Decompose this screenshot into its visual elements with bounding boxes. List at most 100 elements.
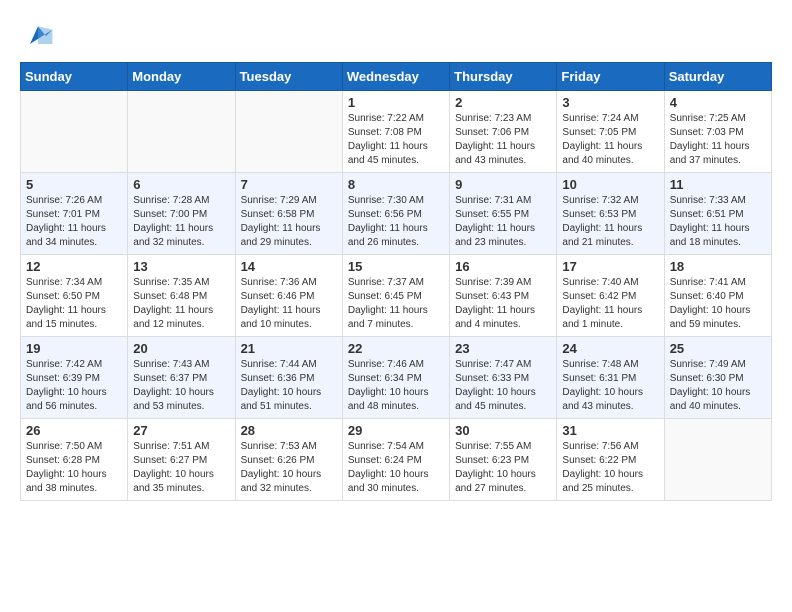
day-info: Sunrise: 7:48 AM Sunset: 6:31 PM Dayligh… xyxy=(562,358,658,414)
calendar-cell: 28Sunrise: 7:53 AM Sunset: 6:26 PM Dayli… xyxy=(235,419,342,501)
calendar-table: SundayMondayTuesdayWednesdayThursdayFrid… xyxy=(20,62,772,501)
day-info: Sunrise: 7:56 AM Sunset: 6:22 PM Dayligh… xyxy=(562,440,658,496)
calendar-cell: 4 Sunrise: 7:25 AM Sunset: 7:03 PM Daylig… xyxy=(664,91,771,173)
day-of-week-header: Saturday xyxy=(664,63,771,91)
day-number: 24 xyxy=(562,341,658,356)
day-info: Sunrise: 7:24 AM Sunset: 7:05 PM Dayligh… xyxy=(562,112,658,168)
calendar-cell: 25 Sunrise: 7:49 AM Sunset: 6:30 PM Dayli… xyxy=(664,337,771,419)
calendar-cell: 11 Sunrise: 7:33 AM Sunset: 6:51 PM Dayli… xyxy=(664,173,771,255)
day-number: 25 xyxy=(670,341,766,356)
day-info: Sunrise: 7:41 AM Sunset: 6:40 PM Dayligh… xyxy=(670,276,766,332)
calendar-cell: 12 Sunrise: 7:34 AM Sunset: 6:50 PM Dayli… xyxy=(21,255,128,337)
day-info: Sunrise: 7:22 AM Sunset: 7:08 PM Dayligh… xyxy=(348,112,444,168)
calendar-header: SundayMondayTuesdayWednesdayThursdayFrid… xyxy=(21,63,772,91)
day-number: 10 xyxy=(562,177,658,192)
day-number: 27 xyxy=(133,423,229,438)
calendar-cell: 20Sunrise: 7:43 AM Sunset: 6:37 PM Dayli… xyxy=(128,337,235,419)
day-info: Sunrise: 7:47 AM Sunset: 6:33 PM Dayligh… xyxy=(455,358,551,414)
day-info: Sunrise: 7:26 AM Sunset: 7:01 PM Dayligh… xyxy=(26,194,122,250)
calendar-week-row: 5 Sunrise: 7:26 AM Sunset: 7:01 PM Daylig… xyxy=(21,173,772,255)
day-number: 17 xyxy=(562,259,658,274)
calendar-cell: 30Sunrise: 7:55 AM Sunset: 6:23 PM Dayli… xyxy=(450,419,557,501)
day-info: Sunrise: 7:55 AM Sunset: 6:23 PM Dayligh… xyxy=(455,440,551,496)
calendar-cell xyxy=(21,91,128,173)
day-of-week-header: Wednesday xyxy=(342,63,449,91)
day-number: 23 xyxy=(455,341,551,356)
day-info: Sunrise: 7:46 AM Sunset: 6:34 PM Dayligh… xyxy=(348,358,444,414)
calendar-cell: 21 Sunrise: 7:44 AM Sunset: 6:36 PM Dayli… xyxy=(235,337,342,419)
day-number: 21 xyxy=(241,341,337,356)
calendar-cell: 19Sunrise: 7:42 AM Sunset: 6:39 PM Dayli… xyxy=(21,337,128,419)
day-number: 22 xyxy=(348,341,444,356)
day-number: 2 xyxy=(455,95,551,110)
day-info: Sunrise: 7:32 AM Sunset: 6:53 PM Dayligh… xyxy=(562,194,658,250)
calendar-cell: 17 Sunrise: 7:40 AM Sunset: 6:42 PM Dayli… xyxy=(557,255,664,337)
day-info: Sunrise: 7:40 AM Sunset: 6:42 PM Dayligh… xyxy=(562,276,658,332)
day-info: Sunrise: 7:43 AM Sunset: 6:37 PM Dayligh… xyxy=(133,358,229,414)
day-info: Sunrise: 7:37 AM Sunset: 6:45 PM Dayligh… xyxy=(348,276,444,332)
day-of-week-header: Friday xyxy=(557,63,664,91)
calendar-cell: 31 Sunrise: 7:56 AM Sunset: 6:22 PM Dayli… xyxy=(557,419,664,501)
calendar-cell xyxy=(235,91,342,173)
day-number: 3 xyxy=(562,95,658,110)
day-number: 13 xyxy=(133,259,229,274)
day-number: 26 xyxy=(26,423,122,438)
day-of-week-header: Thursday xyxy=(450,63,557,91)
day-info: Sunrise: 7:34 AM Sunset: 6:50 PM Dayligh… xyxy=(26,276,122,332)
calendar-cell: 27 Sunrise: 7:51 AM Sunset: 6:27 PM Dayli… xyxy=(128,419,235,501)
day-number: 7 xyxy=(241,177,337,192)
day-of-week-header: Tuesday xyxy=(235,63,342,91)
day-info: Sunrise: 7:35 AM Sunset: 6:48 PM Dayligh… xyxy=(133,276,229,332)
day-number: 11 xyxy=(670,177,766,192)
day-number: 12 xyxy=(26,259,122,274)
calendar-cell: 23 Sunrise: 7:47 AM Sunset: 6:33 PM Dayli… xyxy=(450,337,557,419)
day-info: Sunrise: 7:39 AM Sunset: 6:43 PM Dayligh… xyxy=(455,276,551,332)
calendar-cell xyxy=(664,419,771,501)
day-number: 4 xyxy=(670,95,766,110)
day-number: 28 xyxy=(241,423,337,438)
day-info: Sunrise: 7:44 AM Sunset: 6:36 PM Dayligh… xyxy=(241,358,337,414)
calendar-cell: 22 Sunrise: 7:46 AM Sunset: 6:34 PM Dayli… xyxy=(342,337,449,419)
calendar-cell: 7Sunrise: 7:29 AM Sunset: 6:58 PM Daylig… xyxy=(235,173,342,255)
day-info: Sunrise: 7:28 AM Sunset: 7:00 PM Dayligh… xyxy=(133,194,229,250)
day-info: Sunrise: 7:36 AM Sunset: 6:46 PM Dayligh… xyxy=(241,276,337,332)
header-row: SundayMondayTuesdayWednesdayThursdayFrid… xyxy=(21,63,772,91)
calendar-week-row: 1 Sunrise: 7:22 AM Sunset: 7:08 PM Daylig… xyxy=(21,91,772,173)
calendar-cell: 2Sunrise: 7:23 AM Sunset: 7:06 PM Daylig… xyxy=(450,91,557,173)
day-number: 31 xyxy=(562,423,658,438)
calendar-week-row: 12 Sunrise: 7:34 AM Sunset: 6:50 PM Dayli… xyxy=(21,255,772,337)
day-info: Sunrise: 7:50 AM Sunset: 6:28 PM Dayligh… xyxy=(26,440,122,496)
day-number: 9 xyxy=(455,177,551,192)
logo xyxy=(20,20,54,52)
day-info: Sunrise: 7:51 AM Sunset: 6:27 PM Dayligh… xyxy=(133,440,229,496)
calendar-cell: 1 Sunrise: 7:22 AM Sunset: 7:08 PM Daylig… xyxy=(342,91,449,173)
day-number: 15 xyxy=(348,259,444,274)
day-info: Sunrise: 7:25 AM Sunset: 7:03 PM Dayligh… xyxy=(670,112,766,168)
calendar-cell: 26 Sunrise: 7:50 AM Sunset: 6:28 PM Dayli… xyxy=(21,419,128,501)
calendar-cell: 24 Sunrise: 7:48 AM Sunset: 6:31 PM Dayli… xyxy=(557,337,664,419)
calendar-cell: 29Sunrise: 7:54 AM Sunset: 6:24 PM Dayli… xyxy=(342,419,449,501)
calendar-week-row: 26 Sunrise: 7:50 AM Sunset: 6:28 PM Dayli… xyxy=(21,419,772,501)
calendar-cell: 14 Sunrise: 7:36 AM Sunset: 6:46 PM Dayli… xyxy=(235,255,342,337)
calendar-cell: 13 Sunrise: 7:35 AM Sunset: 6:48 PM Dayli… xyxy=(128,255,235,337)
calendar-cell: 5 Sunrise: 7:26 AM Sunset: 7:01 PM Daylig… xyxy=(21,173,128,255)
day-number: 14 xyxy=(241,259,337,274)
calendar-cell: 6Sunrise: 7:28 AM Sunset: 7:00 PM Daylig… xyxy=(128,173,235,255)
calendar-cell: 8Sunrise: 7:30 AM Sunset: 6:56 PM Daylig… xyxy=(342,173,449,255)
calendar-cell xyxy=(128,91,235,173)
day-number: 18 xyxy=(670,259,766,274)
logo-icon xyxy=(22,20,54,52)
day-number: 5 xyxy=(26,177,122,192)
day-info: Sunrise: 7:49 AM Sunset: 6:30 PM Dayligh… xyxy=(670,358,766,414)
day-info: Sunrise: 7:33 AM Sunset: 6:51 PM Dayligh… xyxy=(670,194,766,250)
day-number: 16 xyxy=(455,259,551,274)
day-info: Sunrise: 7:31 AM Sunset: 6:55 PM Dayligh… xyxy=(455,194,551,250)
calendar-week-row: 19Sunrise: 7:42 AM Sunset: 6:39 PM Dayli… xyxy=(21,337,772,419)
calendar-cell: 18 Sunrise: 7:41 AM Sunset: 6:40 PM Dayli… xyxy=(664,255,771,337)
day-number: 8 xyxy=(348,177,444,192)
day-of-week-header: Monday xyxy=(128,63,235,91)
calendar-cell: 9 Sunrise: 7:31 AM Sunset: 6:55 PM Daylig… xyxy=(450,173,557,255)
day-number: 1 xyxy=(348,95,444,110)
day-number: 19 xyxy=(26,341,122,356)
day-info: Sunrise: 7:54 AM Sunset: 6:24 PM Dayligh… xyxy=(348,440,444,496)
